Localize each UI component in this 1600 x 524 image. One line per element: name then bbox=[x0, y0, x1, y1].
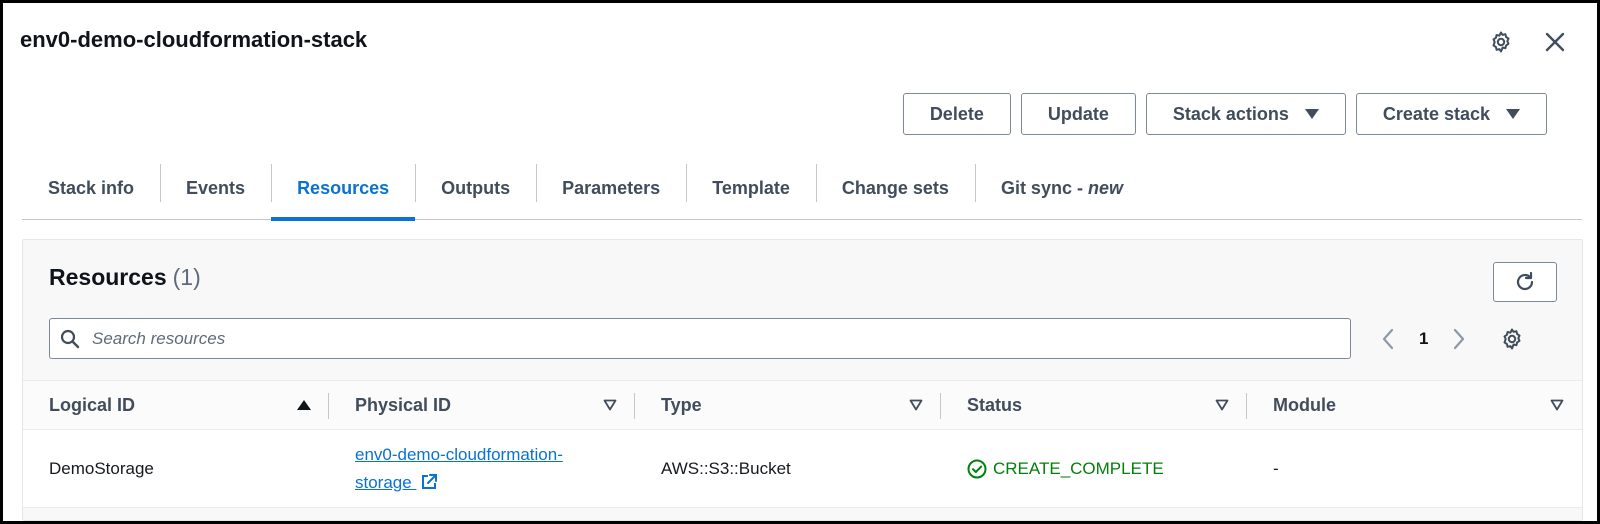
chevron-right-icon[interactable] bbox=[1452, 328, 1466, 350]
column-label: Type bbox=[661, 394, 702, 415]
column-header-module[interactable]: Module bbox=[1247, 381, 1582, 429]
physical-id-line1: env0-demo-cloudformation- bbox=[355, 444, 563, 464]
close-icon[interactable] bbox=[1540, 27, 1570, 57]
column-header-logical-id[interactable]: Logical ID bbox=[23, 381, 329, 429]
stack-actions-label: Stack actions bbox=[1172, 103, 1289, 124]
sort-ascending-icon bbox=[297, 400, 311, 410]
tab-change-sets[interactable]: Change sets bbox=[815, 158, 975, 219]
column-label: Module bbox=[1273, 394, 1336, 415]
tab-resources[interactable]: Resources bbox=[271, 158, 416, 221]
create-stack-label: Create stack bbox=[1382, 103, 1490, 124]
column-header-type[interactable]: Type bbox=[635, 381, 941, 429]
table-settings-gear-icon[interactable] bbox=[1497, 324, 1527, 354]
tab-label: Outputs bbox=[441, 178, 511, 198]
cell-module: - bbox=[1273, 458, 1279, 478]
pagination: 1 bbox=[1381, 322, 1466, 356]
search-field bbox=[49, 318, 1351, 359]
resources-table: Logical ID Physical ID Type Status Modul… bbox=[23, 380, 1582, 508]
tab-stack-info[interactable]: Stack info bbox=[22, 158, 160, 219]
success-check-icon bbox=[967, 459, 987, 478]
caret-down-icon bbox=[1506, 109, 1520, 119]
tab-git-sync[interactable]: Git sync - new bbox=[974, 158, 1149, 219]
page-title: env0-demo-cloudformation-stack bbox=[20, 27, 368, 52]
tab-parameters[interactable]: Parameters bbox=[536, 158, 686, 219]
sort-down-icon bbox=[1550, 399, 1564, 411]
column-label: Physical ID bbox=[355, 394, 452, 415]
update-button-label: Update bbox=[1047, 103, 1109, 124]
cell-logical-id: DemoStorage bbox=[49, 458, 154, 478]
table-header: Logical ID Physical ID Type Status Modul… bbox=[23, 380, 1582, 430]
status-text: CREATE_COMPLETE bbox=[993, 458, 1164, 478]
chevron-left-icon[interactable] bbox=[1381, 328, 1395, 350]
status-indicator: CREATE_COMPLETE bbox=[967, 459, 1164, 479]
tab-label: Stack info bbox=[48, 178, 135, 198]
physical-id-link[interactable]: env0-demo-cloudformation-storage bbox=[355, 441, 563, 497]
search-icon bbox=[60, 329, 80, 348]
tab-label: Events bbox=[186, 178, 246, 198]
stack-actions-dropdown[interactable]: Stack actions bbox=[1145, 93, 1346, 135]
table-row: DemoStorage env0-demo-cloudformation-sto… bbox=[23, 430, 1582, 508]
column-header-status[interactable]: Status bbox=[941, 381, 1247, 429]
sort-down-icon bbox=[603, 399, 617, 411]
page-number[interactable]: 1 bbox=[1419, 329, 1428, 349]
stack-tabs: Stack info Events Resources Outputs Para… bbox=[22, 158, 1582, 221]
create-stack-dropdown[interactable]: Create stack bbox=[1355, 93, 1547, 135]
sort-down-icon bbox=[1215, 399, 1229, 411]
update-button[interactable]: Update bbox=[1020, 93, 1136, 135]
stack-actions-toolbar: Delete Update Stack actions Create stack bbox=[902, 93, 1547, 135]
sort-down-icon bbox=[909, 399, 923, 411]
refresh-icon bbox=[1516, 271, 1534, 291]
column-header-physical-id[interactable]: Physical ID bbox=[329, 381, 635, 429]
tab-events[interactable]: Events bbox=[160, 158, 271, 219]
external-link-icon bbox=[422, 473, 438, 489]
tab-label: Parameters bbox=[562, 178, 661, 198]
resources-heading: Resources (1) bbox=[49, 264, 201, 291]
search-input[interactable] bbox=[90, 319, 1350, 358]
delete-button[interactable]: Delete bbox=[902, 93, 1011, 135]
column-label: Status bbox=[967, 394, 1023, 415]
resources-count: (1) bbox=[172, 264, 201, 290]
cell-status: CREATE_COMPLETE bbox=[941, 430, 1247, 507]
app-frame: env0-demo-cloudformation-stack Delete Up… bbox=[0, 0, 1600, 524]
resources-panel: Resources(1) 1 Logical ID bbox=[22, 239, 1583, 521]
gear-icon[interactable] bbox=[1486, 27, 1516, 57]
cell-physical-id: env0-demo-cloudformation-storage bbox=[329, 430, 635, 507]
tab-template[interactable]: Template bbox=[686, 158, 816, 219]
tab-label: Template bbox=[712, 178, 790, 198]
tab-label: Resources bbox=[297, 178, 390, 198]
physical-id-line2: storage bbox=[355, 472, 412, 492]
refresh-button[interactable] bbox=[1493, 262, 1557, 302]
tab-outputs[interactable]: Outputs bbox=[415, 158, 536, 219]
delete-button-label: Delete bbox=[929, 103, 984, 124]
tab-label: Git sync - bbox=[1000, 178, 1083, 198]
column-label: Logical ID bbox=[49, 394, 136, 415]
new-badge: new bbox=[1087, 178, 1123, 198]
caret-down-icon bbox=[1304, 109, 1319, 119]
cell-type: AWS::S3::Bucket bbox=[661, 458, 791, 478]
resources-title: Resources bbox=[49, 264, 167, 290]
tab-label: Change sets bbox=[841, 178, 949, 198]
